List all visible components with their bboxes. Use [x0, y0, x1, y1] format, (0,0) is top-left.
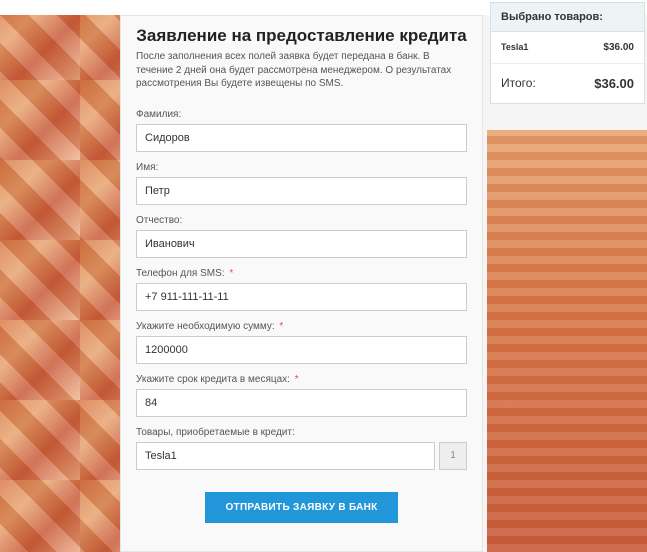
- label-phone: Телефон для SMS: *: [136, 268, 467, 279]
- input-surname[interactable]: [136, 124, 467, 152]
- cart-total-price: $36.00: [594, 76, 634, 91]
- field-patronymic: Отчество:: [136, 215, 467, 258]
- field-goods: Товары, приобретаемые в кредит:: [136, 427, 467, 470]
- cart-header: Выбрано товаров:: [491, 3, 644, 32]
- input-amount[interactable]: [136, 336, 467, 364]
- form-description: После заполнения всех полей заявка будет…: [136, 50, 467, 91]
- label-phone-text: Телефон для SMS:: [136, 268, 225, 279]
- cart-total-label: Итого:: [501, 76, 536, 91]
- input-name[interactable]: [136, 177, 467, 205]
- background-image-right: [487, 130, 647, 552]
- background-image-left: [0, 0, 120, 552]
- label-amount-text: Укажите необходимую сумму:: [136, 321, 275, 332]
- field-name: Имя:: [136, 162, 467, 205]
- label-amount: Укажите необходимую сумму: *: [136, 321, 467, 332]
- cart-item-name: Tesla1: [501, 42, 528, 53]
- input-goods-qty: [439, 442, 467, 470]
- credit-application-form: Заявление на предоставление кредита Посл…: [120, 15, 483, 552]
- input-phone[interactable]: [136, 283, 467, 311]
- required-mark-icon: *: [295, 374, 299, 385]
- input-term[interactable]: [136, 389, 467, 417]
- input-goods[interactable]: [136, 442, 435, 470]
- label-term-text: Укажите срок кредита в месяцах:: [136, 374, 290, 385]
- label-goods: Товары, приобретаемые в кредит:: [136, 427, 467, 438]
- input-patronymic[interactable]: [136, 230, 467, 258]
- submit-button[interactable]: ОТПРАВИТЬ ЗАЯВКУ В БАНК: [205, 492, 397, 523]
- label-term: Укажите срок кредита в месяцах: *: [136, 374, 467, 385]
- cart-summary: Выбрано товаров: Tesla1 $36.00 Итого: $3…: [490, 2, 645, 104]
- label-name: Имя:: [136, 162, 467, 173]
- field-term: Укажите срок кредита в месяцах: *: [136, 374, 467, 417]
- field-surname: Фамилия:: [136, 109, 467, 152]
- cart-item-row: Tesla1 $36.00: [491, 32, 644, 64]
- field-phone: Телефон для SMS: *: [136, 268, 467, 311]
- required-mark-icon: *: [229, 268, 233, 279]
- label-surname: Фамилия:: [136, 109, 467, 120]
- required-mark-icon: *: [279, 321, 283, 332]
- cart-total-row: Итого: $36.00: [491, 64, 644, 103]
- cart-item-price: $36.00: [603, 42, 634, 53]
- field-amount: Укажите необходимую сумму: *: [136, 321, 467, 364]
- form-title: Заявление на предоставление кредита: [136, 26, 467, 46]
- label-patronymic: Отчество:: [136, 215, 467, 226]
